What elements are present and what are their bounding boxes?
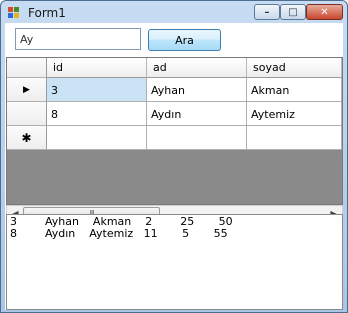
row-header-new[interactable]: ✱: [7, 126, 47, 150]
new-cell-id[interactable]: [47, 126, 147, 150]
table-row[interactable]: ▶ 3 Ayhan Akman: [7, 78, 342, 102]
title-bar[interactable]: Form1 – □ ✕: [1, 1, 347, 23]
new-row-asterisk-icon: ✱: [21, 130, 32, 145]
minimize-icon: –: [264, 6, 270, 18]
column-header-ad[interactable]: ad: [147, 58, 247, 78]
table-row[interactable]: 8 Aydın Aytemiz: [7, 102, 342, 126]
current-row-arrow-icon: ▶: [23, 84, 30, 95]
cell-ad[interactable]: Ayhan: [147, 78, 247, 102]
close-icon: ✕: [320, 6, 329, 18]
results-listbox[interactable]: 3 Ayhan Akman 2 25 50 8 Aydın Aytemiz 11…: [6, 214, 343, 310]
window-title: Form1: [28, 6, 66, 20]
minimize-button[interactable]: –: [254, 4, 280, 20]
row-header[interactable]: [7, 102, 47, 126]
form-window: Form1 – □ ✕ Ara id ad soyad ▶: [0, 0, 348, 313]
search-button-label: Ara: [175, 33, 194, 47]
cell-id[interactable]: 3: [47, 78, 147, 102]
new-row[interactable]: ✱: [7, 126, 342, 150]
data-grid[interactable]: id ad soyad ▶ 3 Ayhan Akman 8 Aydın Ayte…: [6, 57, 343, 205]
column-header-soyad[interactable]: soyad: [247, 58, 342, 78]
new-cell-ad[interactable]: [147, 126, 247, 150]
app-icon: [8, 7, 20, 19]
cell-id[interactable]: 8: [47, 102, 147, 126]
cell-soyad[interactable]: Aytemiz: [247, 102, 342, 126]
cell-soyad[interactable]: Akman: [247, 78, 342, 102]
list-item[interactable]: 8 Aydın Aytemiz 11 5 55: [10, 228, 342, 240]
maximize-button[interactable]: □: [280, 4, 306, 20]
grid-corner-header[interactable]: [7, 58, 47, 78]
search-button[interactable]: Ara: [148, 29, 221, 51]
column-header-id[interactable]: id: [47, 58, 147, 78]
row-header-current[interactable]: ▶: [7, 78, 47, 102]
close-button[interactable]: ✕: [306, 4, 343, 20]
form-client-area: Ara id ad soyad ▶ 3 Ayhan Akman: [5, 23, 343, 310]
cell-ad[interactable]: Aydın: [147, 102, 247, 126]
grid-header-row: id ad soyad: [7, 58, 342, 78]
maximize-icon: □: [288, 6, 298, 18]
search-input[interactable]: [15, 28, 141, 50]
new-cell-soyad[interactable]: [247, 126, 342, 150]
